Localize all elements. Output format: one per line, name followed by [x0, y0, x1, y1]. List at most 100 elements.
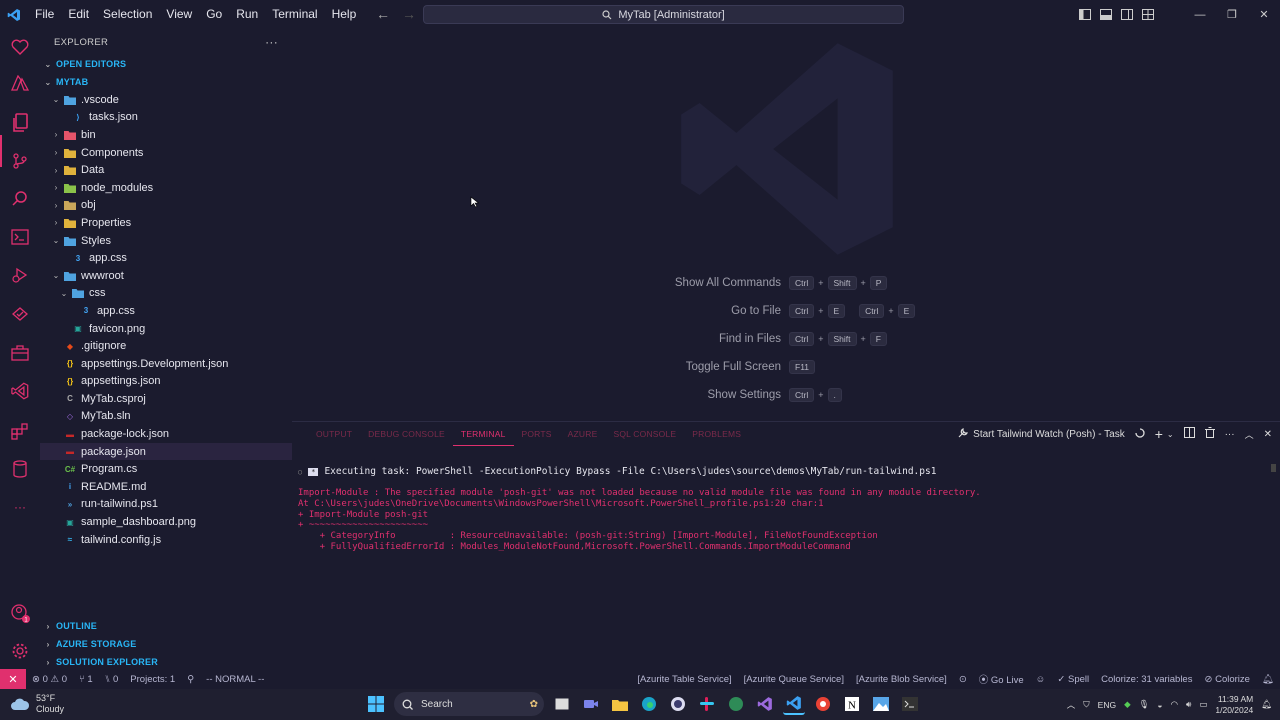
tree-item[interactable]: ⌄ Styles — [40, 232, 292, 250]
vscode-taskbar-icon[interactable] — [783, 693, 805, 715]
meet-icon[interactable] — [580, 693, 602, 715]
shortcut-label[interactable]: Go to File — [731, 305, 781, 317]
toggle-secondary-sidebar-icon[interactable] — [1116, 0, 1137, 29]
green-app-icon[interactable]: ◆ — [1124, 699, 1131, 710]
volume-icon[interactable]: 🔊︎ — [1186, 699, 1191, 710]
terminal-output[interactable]: ○ * Executing task: PowerShell -Executio… — [298, 466, 1268, 553]
tree-item[interactable]: ≈ tailwind.config.js — [40, 531, 292, 549]
tree-item[interactable]: › obj — [40, 197, 292, 215]
shortcut-label[interactable]: Toggle Full Screen — [686, 361, 781, 373]
tree-item[interactable]: › Components — [40, 144, 292, 162]
branch-indicator[interactable]: ⑂ 1 — [73, 674, 99, 685]
search-icon[interactable] — [8, 187, 32, 211]
section-outline[interactable]: › OUTLINE — [40, 617, 292, 635]
tree-item[interactable]: ◇ MyTab.sln — [40, 408, 292, 426]
more-actions-icon[interactable]: ··· — [265, 35, 278, 49]
start-windows-icon[interactable] — [365, 693, 387, 715]
clock[interactable]: 11:39 AM 1/20/2024 — [1215, 694, 1253, 716]
edge-browser-icon[interactable] — [638, 693, 660, 715]
microphone-icon[interactable]: 🎙︎ — [1139, 699, 1150, 710]
toggle-panel-icon[interactable] — [1095, 0, 1116, 29]
menu-item-go[interactable]: Go — [199, 0, 229, 29]
tree-item[interactable]: ▬ package-lock.json — [40, 425, 292, 443]
tree-item[interactable]: i README.md — [40, 478, 292, 496]
tab-terminal[interactable]: TERMINAL — [452, 422, 514, 446]
vscode-logo-icon[interactable] — [0, 0, 28, 29]
tree-item[interactable]: › Properties — [40, 214, 292, 232]
colorize-vars[interactable]: Colorize: 31 variables — [1095, 674, 1198, 685]
project-section[interactable]: ⌄ MYTAB — [40, 73, 292, 91]
azure-icon[interactable] — [8, 71, 32, 95]
notification-center-icon[interactable]: 🔔︎ — [1261, 699, 1272, 710]
photos-icon[interactable] — [870, 693, 892, 715]
azurite-table[interactable]: [Azurite Table Service] — [631, 674, 737, 685]
azurite-queue[interactable]: [Azurite Queue Service] — [738, 674, 850, 685]
split-terminal-icon[interactable] — [1183, 427, 1195, 441]
tab-output[interactable]: OUTPUT — [308, 422, 360, 446]
taskbar-search[interactable]: Search ✿ — [394, 692, 544, 716]
tab-azure[interactable]: AZURE — [560, 422, 606, 446]
command-center[interactable]: MyTab [Administrator] — [423, 5, 904, 24]
terminal-taskbar-icon[interactable] — [899, 693, 921, 715]
app-globe-icon[interactable] — [725, 693, 747, 715]
more-icon[interactable]: ··· — [8, 495, 32, 519]
terminal-task-name[interactable]: Start Tailwind Watch (Posh) - Task — [973, 429, 1125, 440]
shield-icon[interactable]: ⛉ — [1083, 699, 1089, 710]
tree-item[interactable]: ⌄ css — [40, 285, 292, 303]
source-control-icon[interactable] — [8, 149, 32, 173]
vim-mode[interactable]: -- NORMAL -- — [200, 674, 270, 685]
briefcase-icon[interactable] — [8, 341, 32, 365]
menu-item-terminal[interactable]: Terminal — [265, 0, 324, 29]
mute-icon[interactable]: ◒ — [1157, 700, 1162, 710]
go-live[interactable]: ⦿ Go Live — [973, 672, 1030, 686]
tree-item[interactable]: {} appsettings.Development.json — [40, 355, 292, 373]
customize-layout-icon[interactable] — [1137, 0, 1158, 29]
account-icon[interactable]: 1 — [8, 601, 32, 625]
azurite-blob[interactable]: [Azurite Blob Service] — [850, 674, 953, 685]
task-view-icon[interactable] — [551, 693, 573, 715]
tab-debug-console[interactable]: DEBUG CONSOLE — [360, 422, 453, 446]
file-explorer-icon[interactable] — [609, 693, 631, 715]
tab-problems[interactable]: PROBLEMS — [684, 422, 749, 446]
problems-indicator[interactable]: ⊗ 0 ⚠ 0 — [26, 674, 73, 685]
section-azure-storage[interactable]: › AZURE STORAGE — [40, 635, 292, 653]
open-editors-section[interactable]: ⌄ OPEN EDITORS — [40, 55, 292, 73]
location-icon[interactable]: ⊙ — [953, 674, 973, 685]
back-arrow-icon[interactable]: ← — [376, 6, 390, 22]
pin-icon[interactable]: ⚲ — [181, 674, 200, 685]
projects-indicator[interactable]: Projects: 1 — [124, 674, 181, 685]
settings-gear-icon[interactable] — [8, 639, 32, 663]
spell[interactable]: ✓ Spell — [1051, 674, 1095, 685]
tab-sql-console[interactable]: SQL CONSOLE — [605, 422, 684, 446]
menu-item-file[interactable]: File — [28, 0, 61, 29]
tree-item[interactable]: 3 app.css — [40, 249, 292, 267]
toggle-primary-sidebar-icon[interactable] — [1074, 0, 1095, 29]
tree-item[interactable]: ⟩ tasks.json — [40, 109, 292, 127]
trash-icon[interactable] — [1204, 427, 1215, 441]
tree-item[interactable]: ▬ package.json — [40, 442, 292, 461]
maximize-panel-icon[interactable]: ︿ — [1245, 428, 1254, 441]
vscode-remote-icon[interactable] — [8, 379, 32, 403]
tree-item[interactable]: ◆ .gitignore — [40, 337, 292, 355]
tree-item[interactable]: » run-tailwind.ps1 — [40, 496, 292, 514]
battery-icon[interactable]: ▭ — [1199, 699, 1207, 710]
more-actions-icon[interactable]: ··· — [1225, 429, 1235, 440]
chevron-up-icon[interactable]: ︿ — [1067, 699, 1076, 711]
tree-item[interactable]: C# Program.cs — [40, 460, 292, 478]
slack-icon[interactable] — [696, 693, 718, 715]
scrollbar[interactable] — [1271, 464, 1276, 472]
weather-widget[interactable]: 53°F Cloudy — [10, 693, 64, 715]
visual-studio-icon[interactable] — [754, 693, 776, 715]
menu-item-selection[interactable]: Selection — [96, 0, 159, 29]
tree-item[interactable]: C MyTab.csproj — [40, 390, 292, 408]
extensions-icon[interactable] — [8, 419, 32, 443]
terminal-icon[interactable] — [8, 225, 32, 249]
menu-item-run[interactable]: Run — [229, 0, 265, 29]
shortcut-label[interactable]: Show Settings — [707, 389, 781, 401]
tree-item[interactable]: › Data — [40, 161, 292, 179]
tree-item[interactable]: › node_modules — [40, 179, 292, 197]
menu-item-help[interactable]: Help — [325, 0, 364, 29]
notifications-bell-icon[interactable]: 🔔︎ — [1256, 674, 1280, 685]
new-terminal-icon[interactable]: + — [1155, 426, 1163, 442]
notion-icon[interactable]: N — [841, 693, 863, 715]
